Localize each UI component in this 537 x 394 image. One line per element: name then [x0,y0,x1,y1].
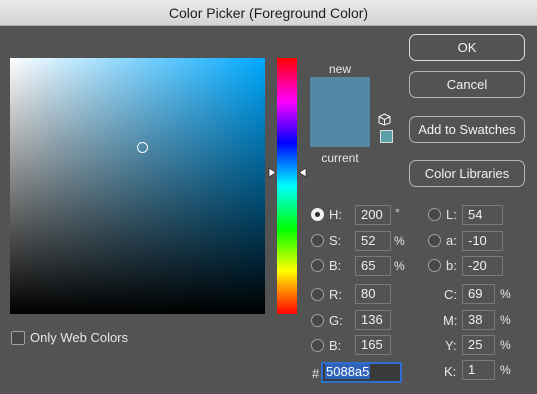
saturation-radio[interactable] [311,234,324,247]
hue-unit: ° [395,206,400,220]
magenta-unit: % [500,313,511,327]
hue-radio[interactable] [311,208,324,221]
a-channel-radio[interactable] [428,234,441,247]
new-label: new [328,62,351,76]
blue-field[interactable]: 165 [355,335,391,355]
hue-field[interactable]: 200 [355,205,391,225]
yellow-label: Y: [445,338,457,353]
yellow-field[interactable]: 25 [462,335,495,355]
cube-icon[interactable] [378,113,391,126]
brightness-label: B: [329,258,342,273]
lightness-label: L: [446,207,457,222]
magenta-field[interactable]: 38 [462,310,495,330]
current-label: current [321,151,359,165]
red-label: R: [329,287,342,302]
title-bar: Color Picker (Foreground Color) [0,0,537,26]
saturation-unit: % [394,234,405,248]
cyan-unit: % [500,287,511,301]
yellow-unit: % [500,338,511,352]
b-channel-radio[interactable] [428,259,441,272]
window-title: Color Picker (Foreground Color) [168,5,369,21]
saturation-field[interactable]: 52 [355,231,391,251]
color-field[interactable] [10,58,265,314]
brightness-unit: % [394,259,405,273]
blue-radio[interactable] [311,339,324,352]
cyan-field[interactable]: 69 [462,284,495,304]
hue-slider-left-arrow-icon[interactable] [268,167,277,178]
hue-slider-right-arrow-icon[interactable] [298,167,307,178]
a-channel-field[interactable]: -10 [462,231,503,251]
color-libraries-button[interactable]: Color Libraries [409,160,525,187]
blue-label: B: [329,338,342,353]
hex-field[interactable]: 5088a5 [321,362,402,383]
brightness-field[interactable]: 65 [355,256,391,276]
black-label: K: [444,364,457,379]
b-channel-field[interactable]: -20 [462,256,503,276]
green-field[interactable]: 136 [355,310,391,330]
only-web-colors-label: Only Web Colors [30,330,129,345]
web-safe-color-swatch[interactable] [380,130,393,143]
black-unit: % [500,363,511,377]
only-web-colors-checkbox[interactable] [11,331,25,345]
hue-slider[interactable] [277,58,297,314]
red-radio[interactable] [311,288,324,301]
lightness-radio[interactable] [428,208,441,221]
red-field[interactable]: 80 [355,284,391,304]
hex-value: 5088a5 [325,364,371,379]
new-color-swatch [310,77,370,112]
magenta-label: M: [443,313,458,328]
b-channel-label: b: [446,258,457,273]
current-color-swatch[interactable] [310,112,370,147]
green-radio[interactable] [311,314,324,327]
cancel-button[interactable]: Cancel [409,71,525,98]
ok-button[interactable]: OK [409,34,525,61]
black-field[interactable]: 1 [462,360,495,380]
green-label: G: [329,313,343,328]
brightness-radio[interactable] [311,259,324,272]
a-channel-label: a: [446,233,457,248]
hue-label: H: [329,207,342,222]
lightness-field[interactable]: 54 [462,205,503,225]
add-to-swatches-button[interactable]: Add to Swatches [409,116,525,143]
saturation-label: S: [329,233,342,248]
cyan-label: C: [444,287,457,302]
hex-label: # [312,366,320,381]
